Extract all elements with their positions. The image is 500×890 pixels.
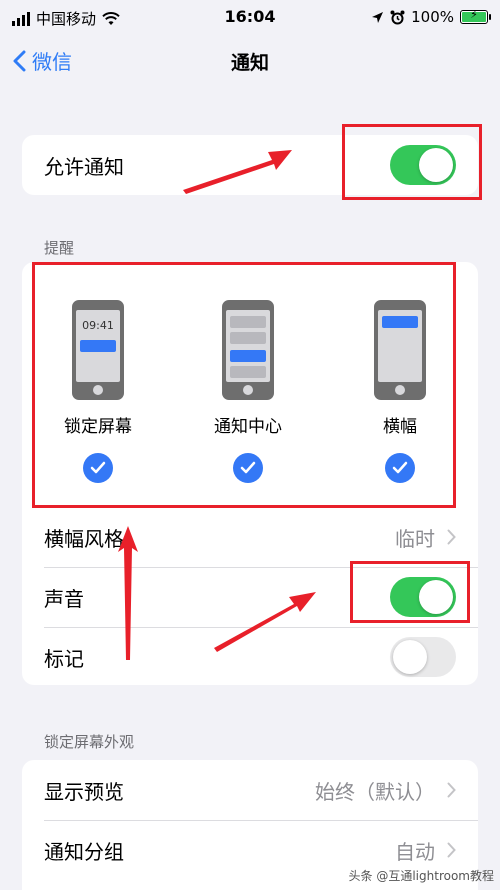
- page-title: 通知: [230, 52, 269, 74]
- sounds-label: 声音: [44, 586, 84, 611]
- alerts-section-header: 提醒: [44, 239, 75, 257]
- annotation-box-allow-toggle: [342, 124, 482, 200]
- banner-style-value-text: 临时: [395, 526, 435, 551]
- show-previews-value: 始终（默认）: [315, 760, 456, 820]
- battery-percent: 100%: [411, 8, 454, 26]
- badges-toggle[interactable]: [390, 637, 456, 677]
- status-bar: 中国移动 16:04 100% ⚡: [0, 0, 500, 36]
- watermark: 头条 @互通lightroom教程: [348, 869, 494, 883]
- allow-notifications-label: 允许通知: [44, 154, 124, 179]
- chevron-right-icon: [447, 782, 456, 798]
- lock-screen-section-header: 锁定屏幕外观: [44, 733, 135, 751]
- toggle-knob: [393, 640, 427, 674]
- location-icon: [372, 11, 384, 23]
- chevron-right-icon: [447, 842, 456, 858]
- chevron-right-icon: [447, 529, 456, 545]
- navigation-bar: 微信 通知: [0, 36, 500, 84]
- show-previews-value-text: 始终（默认）: [315, 779, 435, 804]
- annotation-box-sounds-toggle: [350, 561, 470, 623]
- show-previews-label: 显示预览: [44, 779, 124, 804]
- banner-style-value: 临时: [395, 507, 456, 567]
- battery-icon: ⚡: [460, 8, 491, 24]
- notification-grouping-label: 通知分组: [44, 839, 124, 864]
- annotation-box-alert-styles: [32, 262, 456, 508]
- badges-label: 标记: [44, 646, 84, 671]
- notification-grouping-value-text: 自动: [395, 839, 435, 864]
- status-right: 100% ⚡: [371, 8, 491, 26]
- banner-style-label: 横幅风格: [44, 526, 124, 551]
- alarm-icon: [390, 10, 405, 24]
